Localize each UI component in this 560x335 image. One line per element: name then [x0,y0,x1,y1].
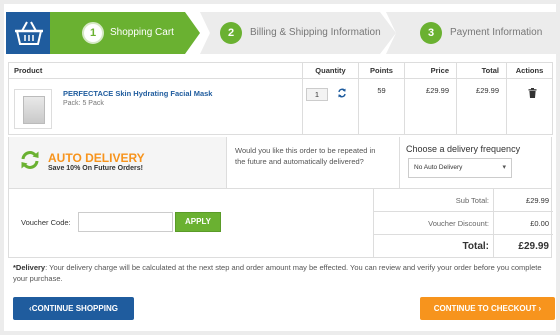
chevron-right-icon: › [538,304,542,313]
step-payment[interactable]: 3 Payment Information [386,12,556,54]
price-cell: £29.99 [404,78,457,135]
continue-to-checkout-button[interactable]: CONTINUE TO CHECKOUT › [420,297,555,320]
step-billing-shipping[interactable]: 2 Billing & Shipping Information [200,12,396,54]
step-label: Payment Information [450,27,543,38]
product-cell [8,78,303,135]
column-header-total: Total [456,62,507,79]
column-header-points: Points [358,62,405,79]
auto-delivery-question: Would you like this order to be repeated… [235,146,376,166]
apply-voucher-button[interactable]: APPLY [175,212,221,232]
trash-icon[interactable] [528,88,537,98]
delivery-note-label: *Delivery [13,263,46,272]
column-header-price: Price [404,62,457,79]
delivery-frequency-select[interactable]: No Auto Delivery ▾ [408,158,512,178]
voucher-code-input[interactable] [78,212,173,232]
column-header-quantity: Quantity [302,62,359,79]
column-header-actions: Actions [506,62,553,79]
points-cell: 59 [358,78,405,135]
delivery-frequency-title: Choose a delivery frequency [406,144,521,154]
subtotal-label: Sub Total: [455,196,489,205]
step-shopping-cart[interactable]: 1 Shopping Cart [50,12,200,54]
product-pack: Pack: 5 Pack [63,100,104,107]
product-name-link[interactable]: PERFECTACE Skin Hydrating Facial Mask [63,89,212,98]
column-header-product: Product [8,62,303,79]
actions-cell [506,78,553,135]
step-number: 3 [420,22,442,44]
delivery-frequency-panel: Choose a delivery frequency No Auto Deli… [399,137,552,188]
voucher-code-label: Voucher Code: [21,218,71,227]
total-value: £29.99 [518,241,549,252]
step-number: 2 [220,22,242,44]
auto-delivery-title: AUTO DELIVERY [48,151,145,165]
voucher-discount-label: Voucher Discount: [428,219,489,228]
recycle-arrows-icon [19,149,41,171]
checkout-steps: 1 Shopping Cart 2 Billing & Shipping Inf… [4,4,556,54]
auto-delivery-row: AUTO DELIVERY Save 10% On Future Orders!… [8,137,552,189]
cart-table: Product Quantity Points Price Total Acti… [8,62,553,135]
auto-delivery-subtitle: Save 10% On Future Orders! [48,165,143,172]
voucher-discount-value: £0.00 [530,219,549,228]
product-image[interactable] [14,89,52,129]
delivery-note: *Delivery: Your delivery charge will be … [13,262,553,284]
quantity-input[interactable]: 1 [306,88,328,101]
basket-icon [6,12,52,54]
continue-to-checkout-label: CONTINUE TO CHECKOUT [433,304,537,313]
step-label: Billing & Shipping Information [250,27,381,38]
delivery-note-text: : Your delivery charge will be calculate… [13,263,542,283]
continue-shopping-button[interactable]: ‹CONTINUE SHOPPING [13,297,134,320]
step-label: Shopping Cart [110,27,174,38]
step-number: 1 [82,22,104,44]
totals-section: Voucher Code: APPLY Sub Total: £29.99 Vo… [8,188,553,258]
continue-shopping-label: CONTINUE SHOPPING [31,304,118,313]
cart-page: 1 Shopping Cart 2 Billing & Shipping Inf… [4,4,556,331]
chevron-down-icon: ▾ [502,164,506,171]
refresh-icon[interactable] [337,87,347,99]
quantity-cell [302,78,359,135]
total-cell: £29.99 [456,78,507,135]
subtotal-value: £29.99 [526,196,549,205]
table-header-row: Product Quantity Points Price Total Acti… [8,62,553,79]
delivery-frequency-value: No Auto Delivery [414,164,463,171]
total-label: Total: [462,241,489,252]
auto-delivery-promo: AUTO DELIVERY Save 10% On Future Orders! [9,137,227,188]
